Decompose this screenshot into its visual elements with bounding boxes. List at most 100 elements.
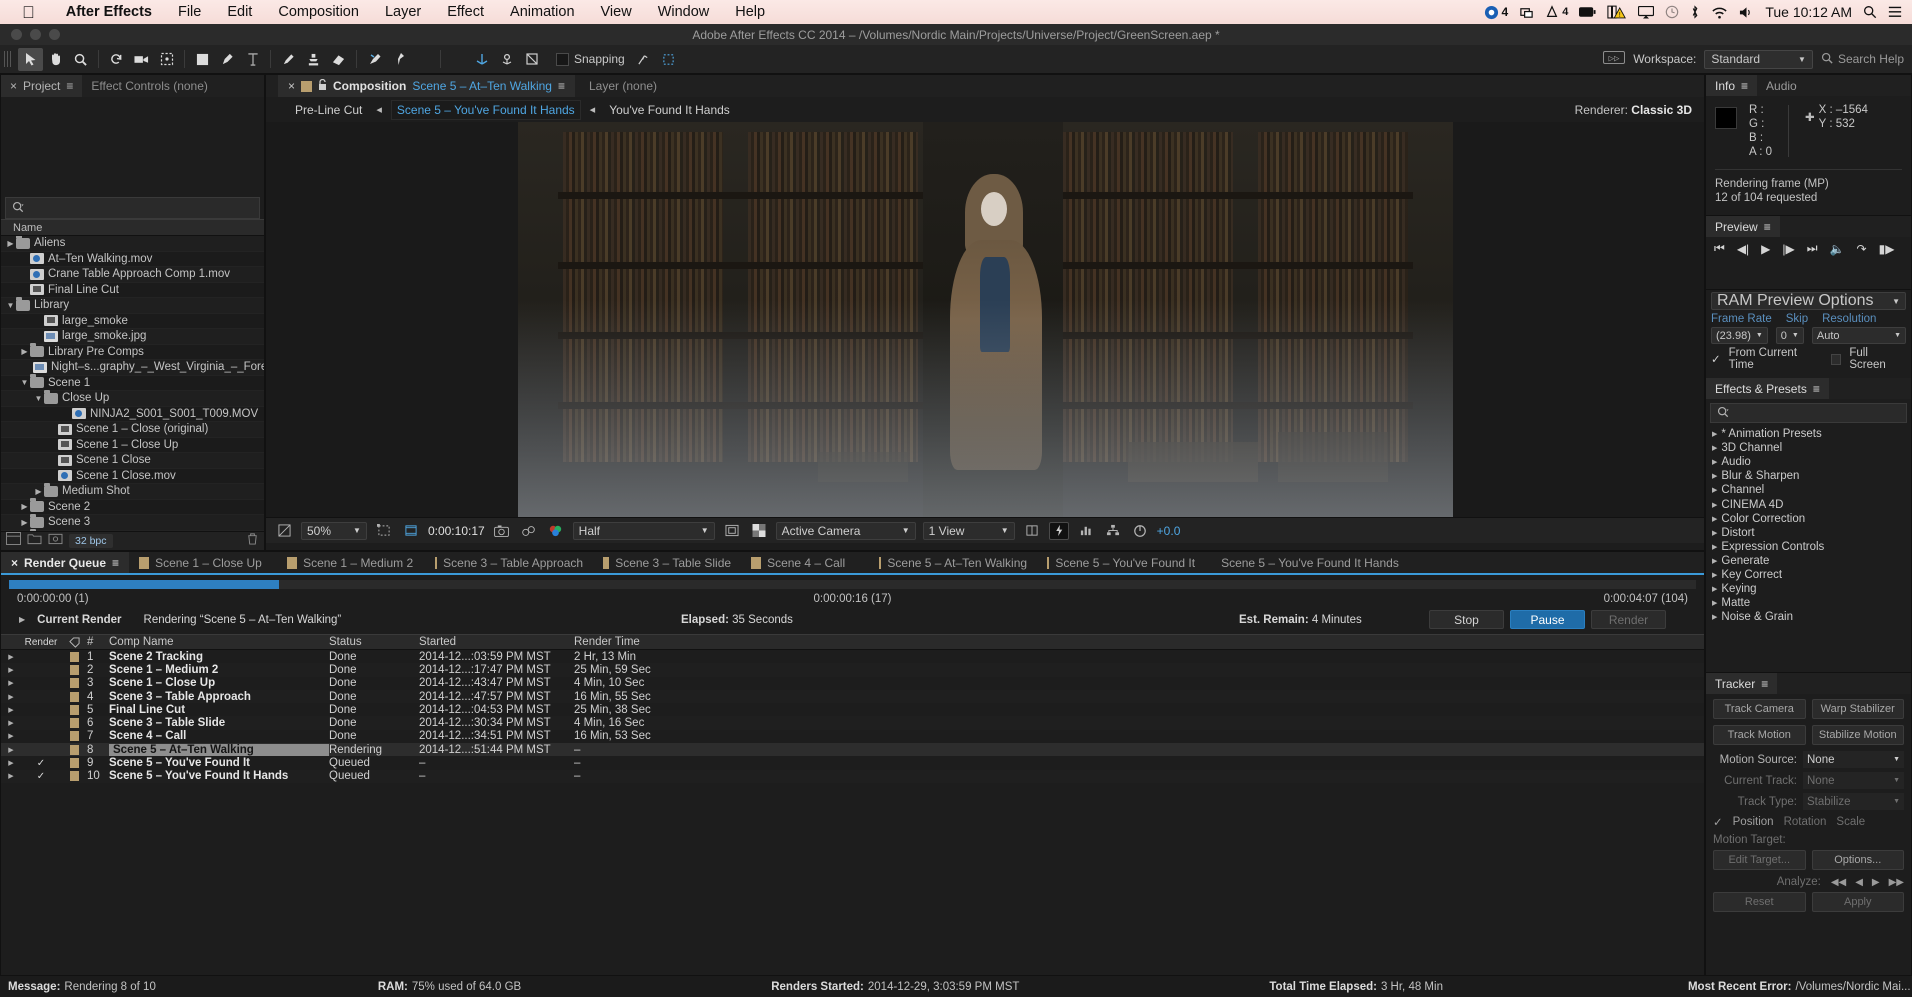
- effects-category-item[interactable]: ▶ CINEMA 4D: [1706, 497, 1911, 511]
- label-swatch[interactable]: [61, 691, 87, 702]
- effects-category-item[interactable]: ▶ Blur & Sharpen: [1706, 469, 1911, 483]
- row-comp-name[interactable]: Scene 1 – Medium 2: [109, 664, 329, 676]
- options-button[interactable]: Options...: [1811, 850, 1904, 870]
- position-checkbox[interactable]: ✓: [1713, 815, 1723, 829]
- timeline-graph-icon[interactable]: [1076, 522, 1096, 540]
- disclosure-triangle-icon[interactable]: ▶: [1712, 472, 1717, 480]
- disclosure-triangle-icon[interactable]: ▶: [1712, 585, 1717, 593]
- row-comp-name[interactable]: Scene 3 – Table Approach: [109, 691, 329, 703]
- disclosure-triangle-icon[interactable]: ▶: [19, 615, 25, 624]
- tab-project[interactable]: × Project ≡: [1, 75, 83, 97]
- clone-stamp-tool[interactable]: [301, 48, 326, 71]
- header-render[interactable]: Render: [21, 637, 61, 648]
- view-layout-select[interactable]: 1 View ▼: [922, 521, 1015, 540]
- current-track-select[interactable]: None ▼: [1803, 772, 1904, 789]
- close-icon[interactable]: ×: [10, 79, 17, 93]
- dropbox-icon[interactable]: 4: [1484, 5, 1508, 20]
- reset-button[interactable]: Reset: [1713, 892, 1806, 912]
- header-status[interactable]: Status: [329, 636, 419, 648]
- header-number[interactable]: #: [87, 636, 109, 648]
- label-swatch[interactable]: [61, 731, 87, 742]
- menubar-clock[interactable]: Tue 10:12 AM: [1765, 4, 1852, 20]
- menu-window[interactable]: Window: [645, 4, 723, 20]
- effects-category-item[interactable]: ▶ Distort: [1706, 526, 1911, 540]
- project-list-item[interactable]: ▶ Scene 2: [1, 498, 264, 515]
- row-comp-name[interactable]: Scene 2 Tracking: [109, 651, 329, 663]
- preview-resolution-select[interactable]: Auto ▼: [1811, 327, 1906, 344]
- new-comp-icon[interactable]: [48, 532, 63, 550]
- resolution-select[interactable]: Half ▼: [572, 521, 715, 540]
- analyze-controls[interactable]: ◀◀ ◀ ▶ ▶▶: [1831, 877, 1904, 888]
- disclosure-triangle-icon[interactable]: ▶: [1712, 543, 1717, 551]
- row-comp-name[interactable]: Scene 5 – At–Ten Walking: [109, 743, 329, 756]
- row-comp-name[interactable]: Final Line Cut: [109, 704, 329, 716]
- effects-category-item[interactable]: ▶ Keying: [1706, 582, 1911, 596]
- project-list-item[interactable]: large_smoke: [1, 313, 264, 329]
- always-preview-icon[interactable]: [274, 522, 294, 540]
- project-list-item[interactable]: Crane Table Approach Comp 1.mov: [1, 267, 264, 283]
- lock-icon[interactable]: [318, 78, 327, 94]
- disclosure-triangle-icon[interactable]: ▼: [19, 378, 30, 387]
- stop-button[interactable]: Stop: [1429, 610, 1504, 629]
- loop-icon[interactable]: ↷: [1857, 242, 1867, 256]
- render-queue-row[interactable]: ▶ 1 Scene 2 Tracking Done 2014-12...:03:59 P…: [1, 650, 1704, 663]
- close-icon[interactable]: ×: [288, 79, 295, 93]
- pen-tool[interactable]: [215, 48, 240, 71]
- world-axis-mode-icon[interactable]: [494, 48, 519, 71]
- new-folder-icon[interactable]: [27, 532, 42, 550]
- panel-menu-icon[interactable]: ≡: [66, 79, 73, 93]
- tab-effects-and-presets[interactable]: Effects & Presets ≡: [1706, 378, 1829, 399]
- render-queue-row[interactable]: ▶ ✓ 9 Scene 5 – You've Found It Queued – –: [1, 756, 1704, 769]
- airplay-display-icon[interactable]: [1519, 5, 1534, 20]
- label-swatch[interactable]: [61, 704, 87, 715]
- next-frame-icon[interactable]: |▶: [1782, 242, 1794, 256]
- project-list-item[interactable]: NINJA2_S001_S001_T009.MOV: [1, 406, 264, 422]
- current-time-display[interactable]: 0:00:10:17: [428, 524, 485, 538]
- render-queue-row[interactable]: ▶ 2 Scene 1 – Medium 2 Done 2014-12...:17:47…: [1, 663, 1704, 677]
- effects-category-list[interactable]: ▶ * Animation Presets ▶ 3D Channel ▶ Audio ▶ Bl…: [1706, 427, 1911, 624]
- label-swatch[interactable]: [61, 758, 87, 769]
- panel-menu-icon[interactable]: ≡: [1813, 382, 1820, 396]
- full-screen-checkbox[interactable]: [1830, 353, 1842, 365]
- ram-preview-options-select[interactable]: RAM Preview Options ▼: [1711, 292, 1906, 310]
- render-queue-comp-tab[interactable]: Scene 5 – You've Found It: [1037, 552, 1205, 573]
- prev-frame-icon[interactable]: ◀|: [1737, 242, 1749, 256]
- tab-tracker[interactable]: Tracker ≡: [1706, 673, 1778, 694]
- label-swatch[interactable]: [61, 744, 87, 755]
- row-comp-name[interactable]: Scene 5 – You've Found It Hands: [109, 770, 329, 782]
- label-swatch[interactable]: [61, 664, 87, 675]
- view-axis-mode-icon[interactable]: [519, 48, 544, 71]
- render-queue-comp-tab[interactable]: Scene 3 – Table Approach: [425, 552, 593, 573]
- analyze-forward-fast-icon[interactable]: ▶▶: [1889, 877, 1904, 888]
- tab-effect-controls[interactable]: Effect Controls (none): [82, 75, 217, 97]
- disclosure-triangle-icon[interactable]: ▶: [1712, 501, 1717, 509]
- disclosure-triangle-icon[interactable]: ▶: [1, 679, 21, 687]
- brush-tool[interactable]: [276, 48, 301, 71]
- panel-menu-icon[interactable]: ≡: [1764, 220, 1771, 234]
- disclosure-triangle-icon[interactable]: ▼: [33, 394, 44, 403]
- tab-layer[interactable]: Layer (none): [575, 75, 671, 97]
- effects-search-input[interactable]: [1710, 403, 1907, 423]
- roto-brush-tool[interactable]: [362, 48, 387, 71]
- effects-category-item[interactable]: ▶ Color Correction: [1706, 512, 1911, 526]
- last-frame-icon[interactable]: ⏭: [1807, 241, 1818, 256]
- menu-help[interactable]: Help: [722, 4, 778, 20]
- project-list-item[interactable]: ▶ Library Pre Comps: [1, 343, 264, 360]
- render-queue-row[interactable]: ▶ 8 Scene 5 – At–Ten Walking Rendering 2014-…: [1, 743, 1704, 757]
- render-queue-row[interactable]: ▶ 6 Scene 3 – Table Slide Done 2014-12...:30…: [1, 716, 1704, 730]
- menu-animation[interactable]: Animation: [497, 4, 587, 20]
- render-queue-row[interactable]: ▶ ✓ 10 Scene 5 – You've Found It Hands Queue…: [1, 769, 1704, 783]
- row-comp-name[interactable]: Scene 3 – Table Slide: [109, 717, 329, 729]
- interpret-footage-icon[interactable]: [6, 532, 21, 550]
- battery-icon[interactable]: [1579, 6, 1596, 18]
- pan-behind-tool[interactable]: [154, 48, 179, 71]
- disclosure-triangle-icon[interactable]: ▼: [5, 301, 16, 310]
- project-list-item[interactable]: large_smoke.jpg: [1, 329, 264, 345]
- skip-select[interactable]: 0 ▼: [1775, 327, 1804, 344]
- tab-render-queue[interactable]: × Render Queue ≡: [1, 552, 130, 573]
- project-list-item[interactable]: Final Line Cut: [1, 282, 264, 298]
- disclosure-triangle-icon[interactable]: ▶: [1712, 613, 1717, 621]
- scale-label[interactable]: Scale: [1836, 816, 1865, 828]
- composition-stage[interactable]: [517, 122, 1453, 517]
- render-checkbox[interactable]: ✓: [21, 771, 61, 782]
